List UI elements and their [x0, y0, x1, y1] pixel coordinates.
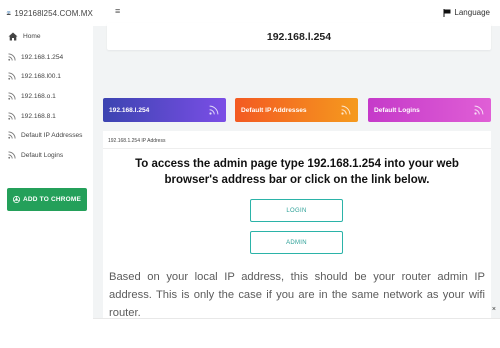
card-label: Default Logins: [374, 106, 420, 114]
close-icon[interactable]: ×: [492, 306, 496, 313]
sidebar-item-default-logins[interactable]: Default Logins: [8, 151, 63, 159]
brand-name: 192168l254.COM.MX: [14, 8, 93, 18]
card-label: 192.168.l.254: [109, 106, 150, 114]
divider: [103, 148, 491, 149]
admin-button[interactable]: ADMIN: [250, 231, 343, 254]
login-button[interactable]: LOGIN: [250, 199, 343, 222]
menu-toggle-icon[interactable]: ≡: [115, 6, 120, 16]
headline: To access the admin page type 192.168.1.…: [135, 158, 459, 186]
home-icon: [8, 32, 18, 41]
chrome-icon: [12, 196, 20, 203]
content-panel: 192.168.1.254 IP Address To access the a…: [103, 131, 491, 331]
sidebar-item-label: Default IP Addresses: [21, 131, 83, 139]
add-to-chrome-button[interactable]: ADD TO CHROME: [7, 188, 87, 211]
sidebar-item-label: 192.168.1.254: [21, 53, 64, 61]
sidebar-item-192-168-8-1[interactable]: 192.168.8.1: [8, 112, 56, 120]
card-default-logins[interactable]: Default Logins: [368, 98, 491, 122]
rss-icon: [8, 92, 16, 100]
card-default-ip-addresses[interactable]: Default IP Addresses: [235, 98, 358, 122]
language-selector[interactable]: Language: [443, 8, 490, 17]
sidebar-item-default-ip-addresses[interactable]: Default IP Addresses: [8, 131, 82, 139]
sidebar-item-label: Home: [23, 33, 41, 40]
rss-icon: [8, 53, 16, 61]
add-to-chrome-label: ADD TO CHROME: [22, 196, 82, 203]
sidebar-item-home[interactable]: Home: [8, 32, 41, 41]
sidebar-item-label: 192.168.o.1: [21, 92, 56, 100]
rss-icon: [474, 105, 484, 115]
rss-icon: [8, 131, 16, 139]
sidebar-item-192-168-o-1[interactable]: 192.168.o.1: [8, 92, 56, 100]
wifi-router-icon: [6, 11, 11, 15]
brand[interactable]: 192168l254.COM.MX: [0, 0, 93, 26]
rss-icon: [8, 72, 16, 80]
card-192-168-l-254[interactable]: 192.168.l.254: [103, 98, 226, 122]
rss-icon: [8, 112, 16, 120]
rss-icon: [341, 105, 351, 115]
rss-icon: [209, 105, 219, 115]
sidebar: Home 192.168.1.254 192.168.l00.1 192.168…: [0, 26, 93, 348]
sidebar-item-label: Default Logins: [21, 151, 64, 159]
sidebar-item-192-168-1-254[interactable]: 192.168.1.254: [8, 53, 63, 61]
ad-bar: [93, 318, 500, 348]
language-label: Language: [454, 8, 490, 17]
sidebar-item-label: 192.168.8.1: [21, 112, 56, 120]
content-tab-label: 192.168.1.254 IP Address: [108, 138, 166, 144]
rss-icon: [8, 151, 16, 159]
page-title: 192.168.l.254: [107, 23, 491, 50]
description-paragraph: Based on your local IP address, this sho…: [109, 271, 485, 319]
flag-icon: [443, 8, 451, 17]
sidebar-item-192-168-l00-1[interactable]: 192.168.l00.1: [8, 72, 61, 80]
card-label: Default IP Addresses: [241, 106, 307, 114]
sidebar-item-label: 192.168.l00.1: [21, 72, 61, 80]
